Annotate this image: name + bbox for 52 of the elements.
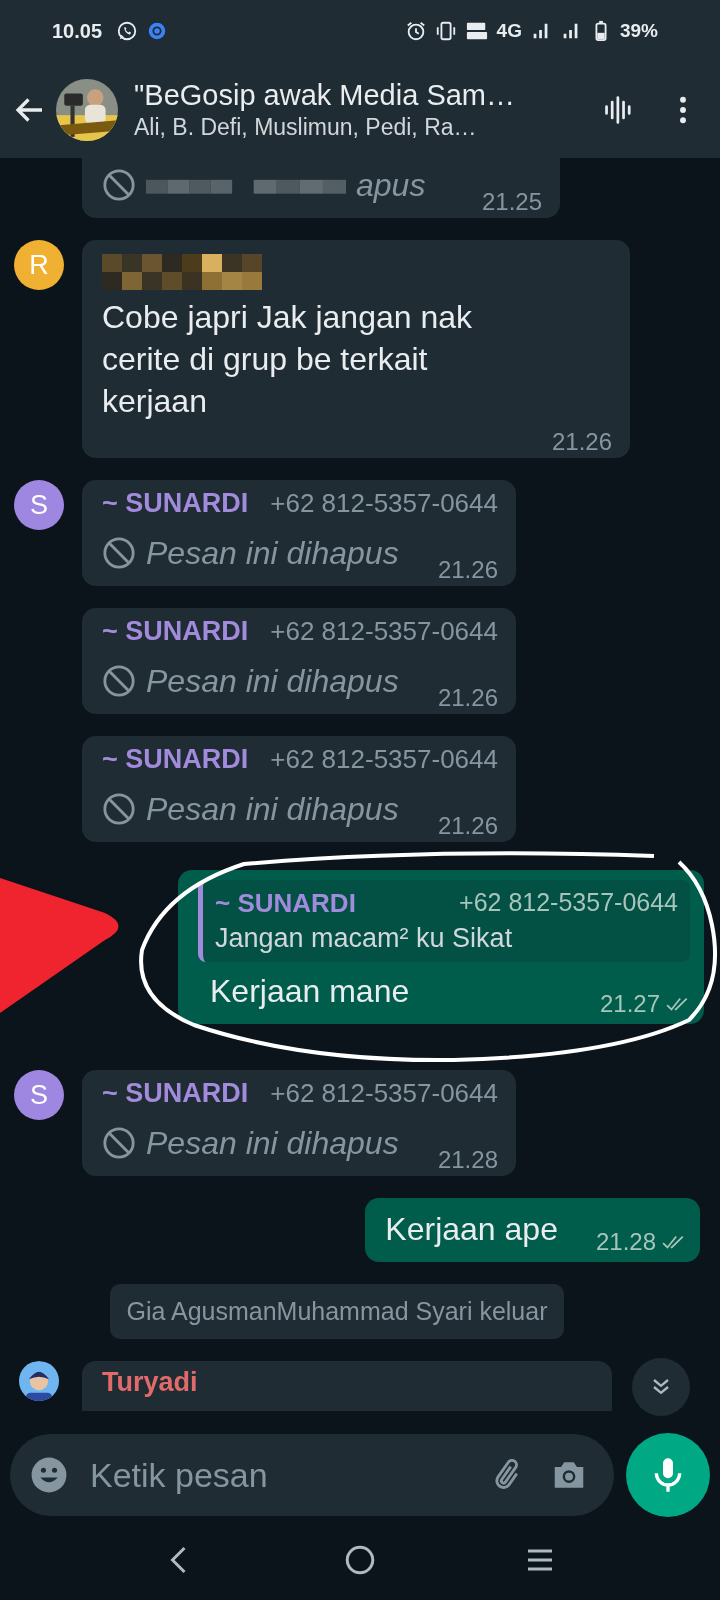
message-time: 21.28 xyxy=(595,1228,656,1256)
sender-name[interactable]: ~ SUNARDI xyxy=(102,744,249,775)
message-composer[interactable]: Ketik pesan xyxy=(10,1434,614,1516)
sender-name[interactable]: Turyadi xyxy=(102,1367,198,1398)
sent-message-bubble[interactable]: Kerjaan ape 21.28 xyxy=(365,1198,700,1262)
message-time: 21.25 xyxy=(481,188,542,216)
message-text: Cobe japri Jak jangan nak cerite di grup be terkait kerjaan xyxy=(102,298,473,421)
sender-phone: +62 812-5357-0644 xyxy=(270,1078,498,1109)
deleted-message-text: Pesan ini dihapus xyxy=(146,662,399,701)
message-text: Kerjaan mane xyxy=(210,972,411,1011)
received-message-bubble[interactable]: ~ SUNARDI +62 812-5357-0644 Pesan ini dihapus 21.28 xyxy=(82,1070,516,1176)
message-time: 21.26 xyxy=(437,556,498,584)
message-time: 21.26 xyxy=(551,428,612,456)
sender-name[interactable]: ~ SUNARDI xyxy=(102,616,249,647)
message-input-field[interactable]: Ketik pesan xyxy=(90,1455,468,1495)
network-type: 4G xyxy=(496,20,522,42)
system-notice: Gia AgusmanMuhammad Syari keluar xyxy=(110,1284,564,1339)
sender-phone: +62 812-5357-0644 xyxy=(270,488,498,519)
message-time: 21.28 xyxy=(437,1146,498,1174)
deleted-message-text: Pesan ini dihapus xyxy=(146,534,399,573)
group-title[interactable]: "BeGosip awak Media Sam… xyxy=(134,79,572,112)
group-members: Ali, B. Defi, Muslimun, Pedi, Ra… xyxy=(134,114,478,141)
quoted-phone: +62 812-5357-0644 xyxy=(459,888,678,918)
clock-time: 10.05 xyxy=(52,19,103,43)
received-message-bubble[interactable]: ~ SUNARDI +62 812-5357-0644 Pesan ini dihapus 21.26 xyxy=(82,608,516,714)
message-text: Kerjaan ape xyxy=(385,1210,558,1249)
chat-app-icon xyxy=(116,20,139,42)
deleted-message-text: Pesan ini dihapus xyxy=(146,790,399,829)
received-message-bubble[interactable]: ~ SUNARDI +62 812-5357-0644 Pesan ini dihapus 21.26 xyxy=(82,480,516,586)
quoted-message[interactable]: ~ SUNARDI +62 812-5357-0644 Jangan macam² ku Sikat xyxy=(198,880,690,962)
received-message-bubble[interactable]: ~ SUNARDI +62 812-5357-0644 Pesan ini dihapus 21.26 xyxy=(82,736,516,842)
vibrate-icon xyxy=(434,20,457,42)
deleted-message-text: apus xyxy=(356,166,426,205)
received-message-bubble[interactable]: apus 21.25 xyxy=(82,158,560,218)
message-time: 21.26 xyxy=(437,684,498,712)
volte-icon xyxy=(464,20,489,42)
avatar[interactable]: S xyxy=(14,1070,64,1120)
sender-name[interactable]: ~ SUNARDI xyxy=(102,1078,249,1109)
quoted-sender: ~ SUNARDI xyxy=(215,888,356,919)
sender-phone: +62 812-5357-0644 xyxy=(270,616,498,647)
received-message-bubble[interactable]: Turyadi xyxy=(82,1361,612,1411)
received-message-bubble[interactable]: Cobe japri Jak jangan nak cerite di grup be terkait kerjaan 21.26 xyxy=(82,240,630,458)
battery-percent: 39% xyxy=(619,20,658,42)
sent-message-bubble[interactable]: ~ SUNARDI +62 812-5357-0644 Jangan macam² ku Sikat Kerjaan mane 21.27 xyxy=(178,870,704,1024)
sender-phone: +62 812-5357-0644 xyxy=(270,744,498,775)
emoji-icon[interactable] xyxy=(30,1456,68,1494)
message-time: 21.27 xyxy=(599,990,660,1018)
quoted-text: Jangan macam² ku Sikat xyxy=(215,923,514,954)
avatar[interactable]: S xyxy=(14,480,64,530)
message-time: 21.26 xyxy=(437,812,498,840)
sender-name[interactable]: ~ SUNARDI xyxy=(102,488,249,519)
deleted-message-text: Pesan ini dihapus xyxy=(146,1124,399,1163)
